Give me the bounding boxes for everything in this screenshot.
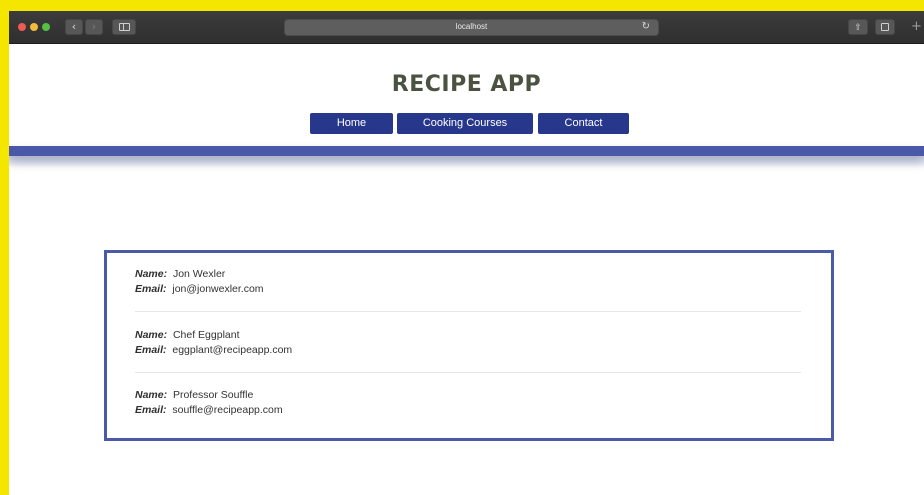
entry-divider <box>135 372 801 373</box>
email-label: Email: <box>135 344 167 356</box>
chevron-left-icon: ‹ <box>71 20 77 33</box>
zoom-window-button[interactable] <box>42 23 50 31</box>
nav-cooking-courses-link[interactable]: Cooking Courses <box>397 113 533 134</box>
app-title: RECIPE APP <box>391 72 542 97</box>
url-text: localhost <box>455 22 488 31</box>
subscriber-entry: Name: Chef Eggplant Email: eggplant@reci… <box>135 328 801 388</box>
plus-icon[interactable]: + <box>911 19 922 35</box>
web-page: RECIPE APP Home Cooking Courses Contact … <box>9 44 924 495</box>
subscriber-email: eggplant@recipeapp.com <box>172 344 293 356</box>
browser-toolbar: ‹ › localhost ↻ ⇧ + <box>9 11 924 44</box>
sidebar-toggle-button[interactable] <box>112 19 136 35</box>
name-label: Name: <box>135 389 168 401</box>
header-band <box>9 146 924 156</box>
address-bar[interactable]: localhost ↻ <box>284 19 659 36</box>
header-shadow <box>9 156 924 168</box>
sidebar-icon <box>118 23 130 31</box>
share-icon: ⇧ <box>854 23 862 33</box>
minimize-window-button[interactable] <box>30 23 38 31</box>
subscriber-email: souffle@recipeapp.com <box>172 404 283 416</box>
tabs-icon <box>881 23 889 31</box>
email-row: Email: eggplant@recipeapp.com <box>135 343 801 358</box>
subscriber-name: Jon Wexler <box>172 268 226 280</box>
close-window-button[interactable] <box>18 23 26 31</box>
email-row: Email: souffle@recipeapp.com <box>135 403 801 418</box>
subscriber-name: Chef Eggplant <box>172 329 240 341</box>
nav-home-link[interactable]: Home <box>310 113 393 134</box>
name-row: Name: Jon Wexler <box>135 267 801 282</box>
subscriber-entry: Name: Jon Wexler Email: jon@jonwexler.co… <box>135 267 801 327</box>
nav-contact-link[interactable]: Contact <box>538 113 629 134</box>
name-label: Name: <box>135 329 168 341</box>
email-label: Email: <box>135 404 167 416</box>
subscriber-list: Name: Jon Wexler Email: jon@jonwexler.co… <box>104 250 834 441</box>
site-header: RECIPE APP Home Cooking Courses Contact <box>9 44 924 168</box>
subscriber-email: jon@jonwexler.com <box>172 283 264 295</box>
email-label: Email: <box>135 283 167 295</box>
subscriber-entry: Name: Professor Souffle Email: souffle@r… <box>135 388 801 448</box>
subscriber-name: Professor Souffle <box>172 389 254 401</box>
forward-button[interactable]: › <box>85 19 103 35</box>
email-row: Email: jon@jonwexler.com <box>135 282 801 297</box>
show-tabs-button[interactable] <box>875 19 895 35</box>
chevron-right-icon: › <box>91 20 97 33</box>
back-button[interactable]: ‹ <box>65 19 83 35</box>
name-row: Name: Professor Souffle <box>135 388 801 403</box>
share-button[interactable]: ⇧ <box>848 19 868 35</box>
reload-icon[interactable]: ↻ <box>642 21 650 32</box>
browser-window: ‹ › localhost ↻ ⇧ + RECIPE APP Home Cook… <box>9 11 924 495</box>
name-label: Name: <box>135 268 168 280</box>
entry-divider <box>135 311 801 312</box>
name-row: Name: Chef Eggplant <box>135 328 801 343</box>
